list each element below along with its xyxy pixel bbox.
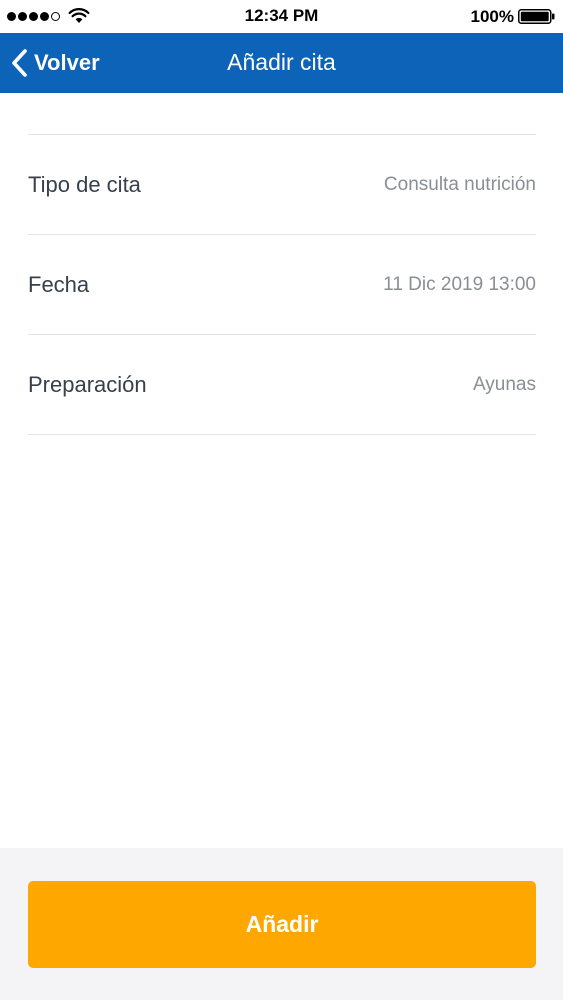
date-row[interactable]: Fecha 11 Dic 2019 13:00 xyxy=(28,235,536,335)
date-value: 11 Dic 2019 13:00 xyxy=(383,273,536,295)
appointment-type-label: Tipo de cita xyxy=(28,171,141,197)
status-bar: 12:34 PM 100% xyxy=(0,0,563,33)
battery-percent: 100% xyxy=(470,7,514,26)
date-label: Fecha xyxy=(28,271,90,297)
appointment-type-row[interactable]: Tipo de cita Consulta nutrición xyxy=(28,135,536,235)
page-title: Añadir cita xyxy=(227,49,336,75)
preparation-row[interactable]: Preparación Ayunas xyxy=(28,335,536,435)
preparation-label: Preparación xyxy=(28,371,147,397)
preparation-value: Ayunas xyxy=(472,373,536,395)
nav-bar: Volver Añadir cita xyxy=(0,33,563,93)
add-button[interactable]: Añadir xyxy=(28,881,536,968)
appointment-type-value: Consulta nutrición xyxy=(383,173,536,195)
footer: Añadir xyxy=(0,848,563,1000)
battery-icon xyxy=(518,9,555,24)
